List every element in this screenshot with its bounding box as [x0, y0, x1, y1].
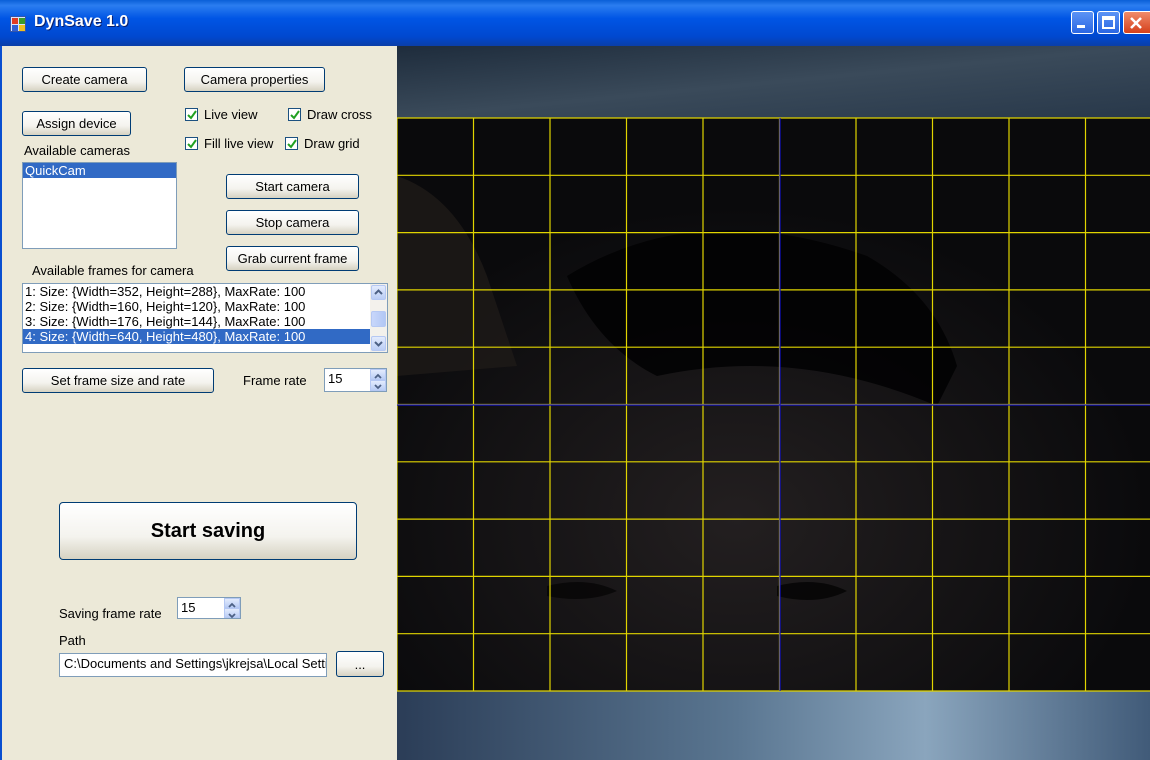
check-icon: [187, 139, 197, 149]
close-button[interactable]: [1123, 11, 1150, 34]
minimize-icon: [1077, 25, 1085, 28]
saving-rate-up[interactable]: [224, 598, 240, 608]
draw-cross-checkbox[interactable]: Draw cross: [288, 107, 372, 122]
frames-listbox[interactable]: 1: Size: {Width=352, Height=288}, MaxRat…: [22, 283, 388, 353]
frame-rate-value[interactable]: 15: [328, 371, 342, 386]
frame-item[interactable]: 3: Size: {Width=176, Height=144}, MaxRat…: [23, 314, 387, 329]
chevron-down-icon: [228, 613, 236, 619]
frame-item[interactable]: 1: Size: {Width=352, Height=288}, MaxRat…: [23, 284, 387, 299]
grab-frame-button[interactable]: Grab current frame: [226, 246, 359, 271]
saving-rate-down[interactable]: [224, 608, 240, 619]
path-field[interactable]: C:\Documents and Settings\jkrejsa\Local …: [59, 653, 327, 677]
assign-device-button[interactable]: Assign device: [22, 111, 131, 136]
live-preview-image: [397, 46, 1150, 760]
fill-live-view-label: Fill live view: [204, 136, 274, 151]
window-client: Create camera Camera properties Assign d…: [0, 46, 1150, 760]
live-view-checkbox[interactable]: Live view: [185, 107, 257, 122]
minimize-button[interactable]: [1071, 11, 1094, 34]
draw-grid-label: Draw grid: [304, 136, 360, 151]
title-bar: DynSave 1.0: [0, 0, 1150, 46]
frame-rate-spinner[interactable]: 15: [324, 368, 387, 392]
frames-scrollbar[interactable]: [370, 284, 387, 352]
cameras-listbox[interactable]: QuickCam: [22, 162, 177, 249]
draw-cross-label: Draw cross: [307, 107, 373, 122]
fill-live-view-checkbox[interactable]: Fill live view: [185, 136, 273, 151]
camera-item[interactable]: QuickCam: [23, 163, 176, 178]
start-saving-button[interactable]: Start saving: [59, 502, 357, 560]
available-frames-label: Available frames for camera: [32, 263, 194, 278]
frame-rate-down[interactable]: [370, 380, 386, 391]
chevron-up-icon: [374, 289, 383, 295]
path-label: Path: [59, 633, 86, 648]
browse-button[interactable]: ...: [336, 651, 384, 677]
live-view-label: Live view: [204, 107, 258, 122]
create-camera-button[interactable]: Create camera: [22, 67, 147, 92]
check-icon: [290, 110, 300, 120]
maximize-button[interactable]: [1097, 11, 1120, 34]
saving-frame-rate-label: Saving frame rate: [59, 606, 162, 621]
check-icon: [287, 139, 297, 149]
scroll-thumb[interactable]: [371, 311, 386, 327]
frame-rate-label: Frame rate: [243, 373, 307, 388]
chevron-down-icon: [374, 384, 382, 390]
app-icon: [10, 16, 26, 32]
scroll-down-button[interactable]: [371, 336, 386, 351]
start-camera-button[interactable]: Start camera: [226, 174, 359, 199]
stop-camera-button[interactable]: Stop camera: [226, 210, 359, 235]
set-frame-size-button[interactable]: Set frame size and rate: [22, 368, 214, 393]
chevron-down-icon: [374, 341, 383, 347]
live-preview[interactable]: [397, 46, 1150, 760]
window-title: DynSave 1.0: [34, 13, 129, 30]
check-icon: [187, 110, 197, 120]
scroll-up-button[interactable]: [371, 285, 386, 300]
frame-item-selected[interactable]: 4: Size: {Width=640, Height=480}, MaxRat…: [23, 329, 370, 344]
saving-frame-rate-spinner[interactable]: 15: [177, 597, 241, 619]
camera-properties-button[interactable]: Camera properties: [184, 67, 325, 92]
frame-rate-up[interactable]: [370, 369, 386, 380]
maximize-icon: [1102, 16, 1115, 29]
available-cameras-label: Available cameras: [24, 143, 130, 158]
frame-item[interactable]: 2: Size: {Width=160, Height=120}, MaxRat…: [23, 299, 387, 314]
saving-frame-rate-value[interactable]: 15: [181, 600, 195, 615]
draw-grid-checkbox[interactable]: Draw grid: [285, 136, 360, 151]
close-icon: [1130, 17, 1142, 29]
